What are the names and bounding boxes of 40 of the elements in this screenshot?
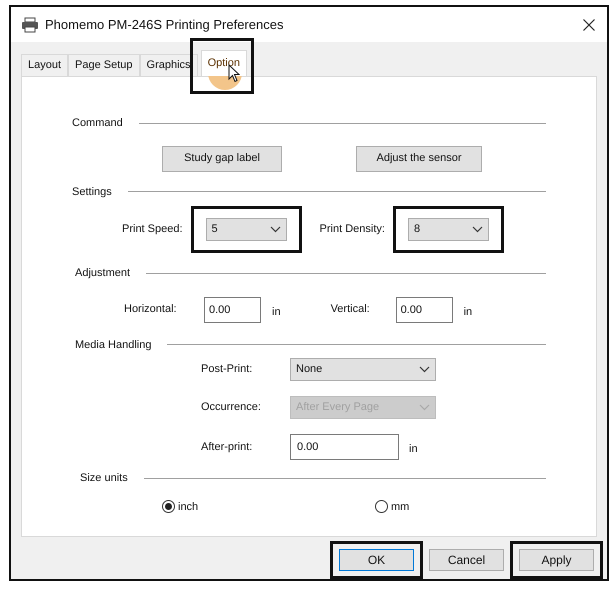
radio-option[interactable]: inch bbox=[162, 498, 375, 516]
input-field[interactable]: 0.00 bbox=[204, 296, 261, 323]
dialog-button[interactable]: Cancel bbox=[429, 549, 504, 571]
radio-option[interactable]: mm bbox=[375, 498, 410, 516]
command-button[interactable]: Study gap label bbox=[162, 146, 282, 172]
chevron-down-icon bbox=[270, 226, 281, 234]
field-label: Occurrence: bbox=[201, 400, 262, 416]
window-title: Phomemo PM-246S Printing Preferences bbox=[45, 16, 284, 34]
tab[interactable]: Layout bbox=[21, 54, 68, 76]
field-label: Print Density: bbox=[320, 222, 385, 238]
tab[interactable]: Option bbox=[200, 50, 247, 76]
dialog-button[interactable]: Apply bbox=[519, 549, 594, 571]
chevron-down-icon bbox=[419, 366, 430, 374]
unit-label: in bbox=[272, 305, 281, 320]
section-heading: Command bbox=[72, 116, 123, 132]
field-label: After-print: bbox=[201, 440, 254, 455]
field-label: Horizontal: bbox=[124, 302, 178, 318]
close-icon[interactable] bbox=[583, 18, 595, 31]
dropdown[interactable]: 5 bbox=[206, 218, 287, 242]
field-label: Post-Print: bbox=[201, 362, 254, 378]
dropdown[interactable]: None bbox=[290, 358, 436, 382]
section-heading: Settings bbox=[72, 184, 112, 200]
field-label: Print Speed: bbox=[122, 222, 183, 238]
radio-icon[interactable] bbox=[162, 500, 175, 514]
input-field[interactable]: 0.00 bbox=[290, 434, 399, 460]
tab[interactable]: Graphics bbox=[140, 54, 198, 76]
input-field[interactable]: 0.00 bbox=[396, 296, 453, 323]
unit-label: in bbox=[464, 305, 472, 320]
dialog-button[interactable]: OK bbox=[339, 549, 414, 571]
command-button[interactable]: Adjust the sensor bbox=[356, 146, 482, 172]
section-heading: Media Handling bbox=[75, 338, 152, 353]
chevron-down-icon bbox=[472, 226, 483, 234]
unit-label: in bbox=[409, 442, 418, 457]
section-heading: Size units bbox=[80, 471, 128, 486]
chevron-down-icon bbox=[419, 404, 430, 412]
printer-icon bbox=[21, 16, 39, 33]
tab[interactable]: Page Setup bbox=[68, 54, 140, 76]
radio-icon[interactable] bbox=[375, 500, 388, 514]
dropdown[interactable]: 8 bbox=[408, 218, 489, 242]
section-heading: Adjustment bbox=[75, 266, 130, 282]
